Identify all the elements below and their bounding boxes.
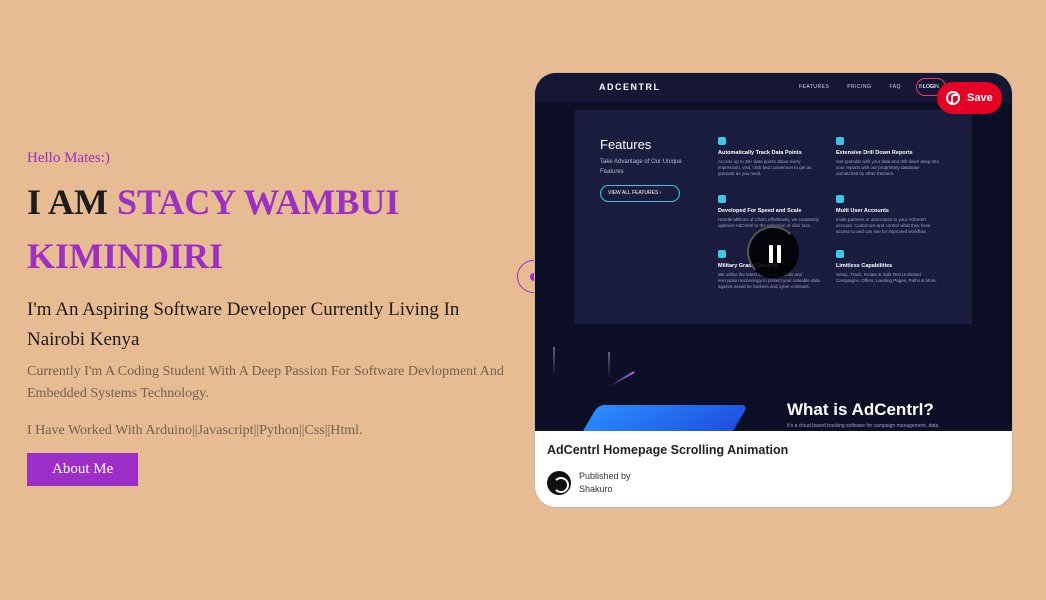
decor-blue-shape [551,405,749,431]
preview-feature-item: Developed For Speed and Scale Handle Mil… [718,195,823,229]
decor-line [608,352,610,378]
preview-features-subtitle: Take Advantage of Our Unique Features [600,159,682,175]
pause-button[interactable] [747,226,799,278]
pinterest-save-button[interactable]: Save [937,82,1002,114]
name-last: KIMINDIRI [27,236,224,276]
preview-features-panel: Features Take Advantage of Our Unique Fe… [575,110,972,324]
preview-nav-item: FEATURES [799,84,830,90]
feature-title: Automatically Track Data Points [718,150,802,156]
pin-card[interactable]: ADCENTRL FEATURES PRICING FAQ BLOG LOGIN… [534,72,1013,508]
feature-title: Multi User Accounts [836,208,889,214]
preview-feature-item: Limitless Capabilities Setup, Track, Rot… [836,250,941,284]
preview-logo: ADCENTRL [599,82,661,92]
name-prefix: I AM [27,182,117,222]
preview-view-all-label: VIEW ALL FEATURES [608,190,659,196]
preview-feature-item: Extensive Drill Down Reports Get granula… [836,137,941,177]
feature-title: Developed For Speed and Scale [718,208,802,214]
tagline: I'm An Aspiring Software Developer Curre… [27,299,460,350]
feature-desc: Setup, Track, Rotate & Split Test Unlimi… [836,272,937,283]
pie-chart-icon [836,137,844,145]
feature-desc: Get granular with your data and drill do… [836,159,940,176]
publisher-avatar[interactable] [547,471,571,495]
lightning-icon [718,195,726,203]
feature-desc: Access up to 30+ data points about every… [718,159,812,176]
pause-icon [769,245,773,263]
user-icon [836,195,844,203]
pin-title[interactable]: AdCentrl Homepage Scrolling Animation [547,443,788,457]
feature-title: Limitless Capabilities [836,263,893,269]
save-label: Save [967,92,993,104]
description: Currently I'm A Coding Student With A De… [27,364,504,401]
preview-features-title: Features [600,137,652,152]
drop-icon [836,250,844,258]
preview-feature-item: Multi User Accounts Invite partners or a… [836,195,941,235]
feature-title: Extensive Drill Down Reports [836,150,913,156]
decor-line [553,347,555,377]
tech-stack: I Have Worked With Arduino||Javascript||… [27,423,363,438]
shield-icon [718,250,726,258]
name-first: STACY WAMBUI [117,182,400,222]
decor-streak [609,371,635,387]
preview-feature-item: Automatically Track Data Points Access u… [718,137,823,177]
published-by-label: Published by [579,471,631,481]
about-me-button[interactable]: About Me [27,453,139,486]
preview-what-title: What is AdCentrl? [787,400,934,419]
publisher-name[interactable]: Shakuro [579,484,613,494]
document-icon [718,137,726,145]
pin-media[interactable]: ADCENTRL FEATURES PRICING FAQ BLOG LOGIN… [535,73,1012,431]
pinterest-icon [946,91,960,105]
hero-name: I AM STACY WAMBUI KIMINDIRI [27,175,507,283]
hero-section: Hello Mates:) I AM STACY WAMBUI KIMINDIR… [27,150,507,486]
pin-info: AdCentrl Homepage Scrolling Animation Pu… [535,431,1012,507]
preview-nav-item: FAQ [889,84,901,90]
greeting: Hello Mates:) [27,150,110,166]
feature-desc: Invite partners or associates to your Ad… [836,217,931,234]
preview-view-all: VIEW ALL FEATURES › [600,185,680,202]
pause-icon [777,245,781,263]
preview-nav-item: PRICING [847,84,872,90]
preview-what-subtitle: It's a cloud based tracking software for… [787,423,939,429]
